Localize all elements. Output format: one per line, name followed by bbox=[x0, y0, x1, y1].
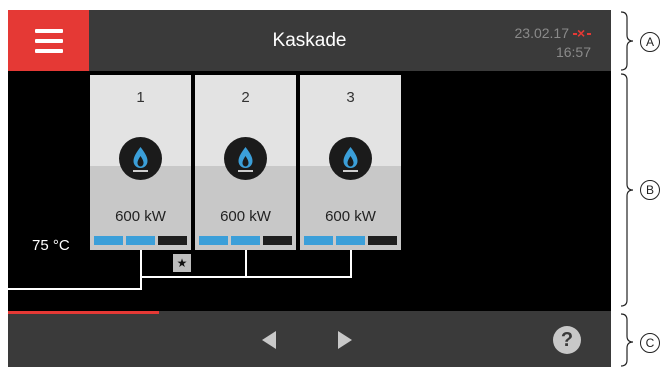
bracket-a bbox=[620, 11, 634, 71]
next-page-button[interactable] bbox=[335, 329, 355, 351]
callout-c: C bbox=[640, 333, 660, 353]
time-text: 16:57 bbox=[555, 44, 591, 60]
hamburger-icon-bar bbox=[35, 39, 63, 43]
pipe-connector bbox=[140, 276, 142, 290]
gas-flame-icon bbox=[119, 137, 162, 180]
boiler-number: 2 bbox=[241, 89, 250, 106]
display-screen: Kaskade 23.02.17 × 16:57 1 600 kW 2 600 … bbox=[8, 10, 611, 367]
callout-a: A bbox=[640, 32, 660, 52]
triangle-right-icon bbox=[338, 331, 352, 349]
pipe-drop-3 bbox=[350, 250, 352, 278]
lead-boiler-star-icon: ★ bbox=[173, 254, 191, 272]
modulation-level-1 bbox=[94, 236, 123, 245]
header-bar: Kaskade 23.02.17 × 16:57 bbox=[8, 10, 611, 71]
boiler-card-1[interactable]: 1 600 kW bbox=[90, 75, 191, 250]
menu-button[interactable] bbox=[8, 10, 89, 71]
bracket-b bbox=[620, 73, 634, 307]
boiler-power: 600 kW bbox=[325, 208, 376, 225]
no-connection-icon: × bbox=[573, 25, 591, 41]
modulation-level-3 bbox=[368, 236, 397, 245]
date-text: 23.02.17 bbox=[514, 25, 570, 41]
modulation-level-1 bbox=[304, 236, 333, 245]
boiler-power: 600 kW bbox=[115, 208, 166, 225]
hamburger-icon-bar bbox=[35, 49, 63, 53]
boiler-power: 600 kW bbox=[220, 208, 271, 225]
flow-temperature: 75 °C bbox=[32, 237, 70, 254]
gas-flame-icon bbox=[329, 137, 372, 180]
footer-bar: ? bbox=[8, 311, 611, 367]
pipe-drop-2 bbox=[245, 250, 247, 278]
modulation-level-2 bbox=[231, 236, 260, 245]
datetime-display: 23.02.17 × 16:57 bbox=[514, 24, 591, 62]
modulation-level-3 bbox=[158, 236, 187, 245]
prev-page-button[interactable] bbox=[259, 329, 279, 351]
pipe-collector bbox=[140, 276, 352, 278]
boiler-card-3[interactable]: 3 600 kW bbox=[300, 75, 401, 250]
bracket-c bbox=[620, 313, 634, 367]
triangle-left-icon bbox=[262, 331, 276, 349]
page-progress-bar bbox=[8, 311, 159, 314]
gas-flame-icon bbox=[224, 137, 267, 180]
cascade-view: 1 600 kW 2 600 kW 3 600 kW 75 °C ★ bbox=[8, 71, 611, 311]
modulation-level-2 bbox=[126, 236, 155, 245]
hamburger-icon bbox=[35, 29, 63, 33]
pipe-drop-1 bbox=[140, 250, 142, 278]
modulation-level-1 bbox=[199, 236, 228, 245]
callout-b: B bbox=[640, 180, 660, 200]
boiler-number: 3 bbox=[346, 89, 355, 106]
help-button[interactable]: ? bbox=[553, 326, 581, 354]
boiler-number: 1 bbox=[136, 89, 145, 106]
modulation-level-2 bbox=[336, 236, 365, 245]
modulation-level-3 bbox=[263, 236, 292, 245]
pipe-header bbox=[8, 288, 140, 290]
boiler-card-2[interactable]: 2 600 kW bbox=[195, 75, 296, 250]
